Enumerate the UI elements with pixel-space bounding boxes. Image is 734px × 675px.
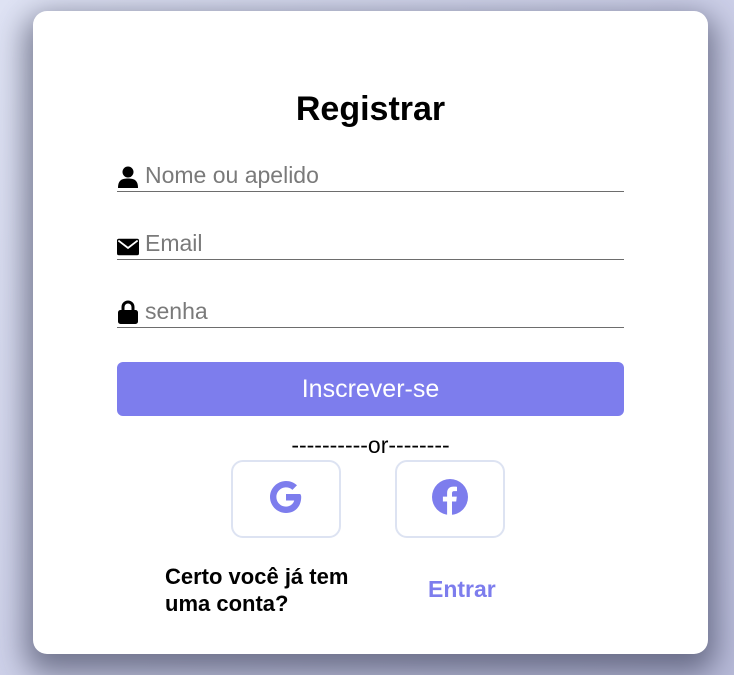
- name-field: [117, 159, 624, 192]
- facebook-icon: [431, 478, 469, 521]
- login-link[interactable]: Entrar: [428, 576, 496, 603]
- signup-button[interactable]: Inscrever-se: [117, 362, 624, 416]
- facebook-login-button[interactable]: [395, 460, 505, 538]
- google-icon: [267, 478, 305, 521]
- email-input[interactable]: [145, 229, 615, 257]
- email-field: [117, 227, 624, 260]
- lock-icon: [117, 300, 139, 324]
- google-login-button[interactable]: [231, 460, 341, 538]
- envelope-icon: [117, 232, 139, 256]
- register-card: Registrar Inscrever-se ---------: [33, 11, 708, 654]
- password-input[interactable]: [145, 297, 615, 325]
- page-title: Registrar: [295, 90, 446, 128]
- or-divider: ----------or--------: [291, 432, 450, 458]
- user-icon: [117, 164, 139, 188]
- name-input[interactable]: [145, 161, 615, 189]
- password-field: [117, 295, 624, 328]
- account-question: Certo você já tem uma conta?: [165, 564, 349, 616]
